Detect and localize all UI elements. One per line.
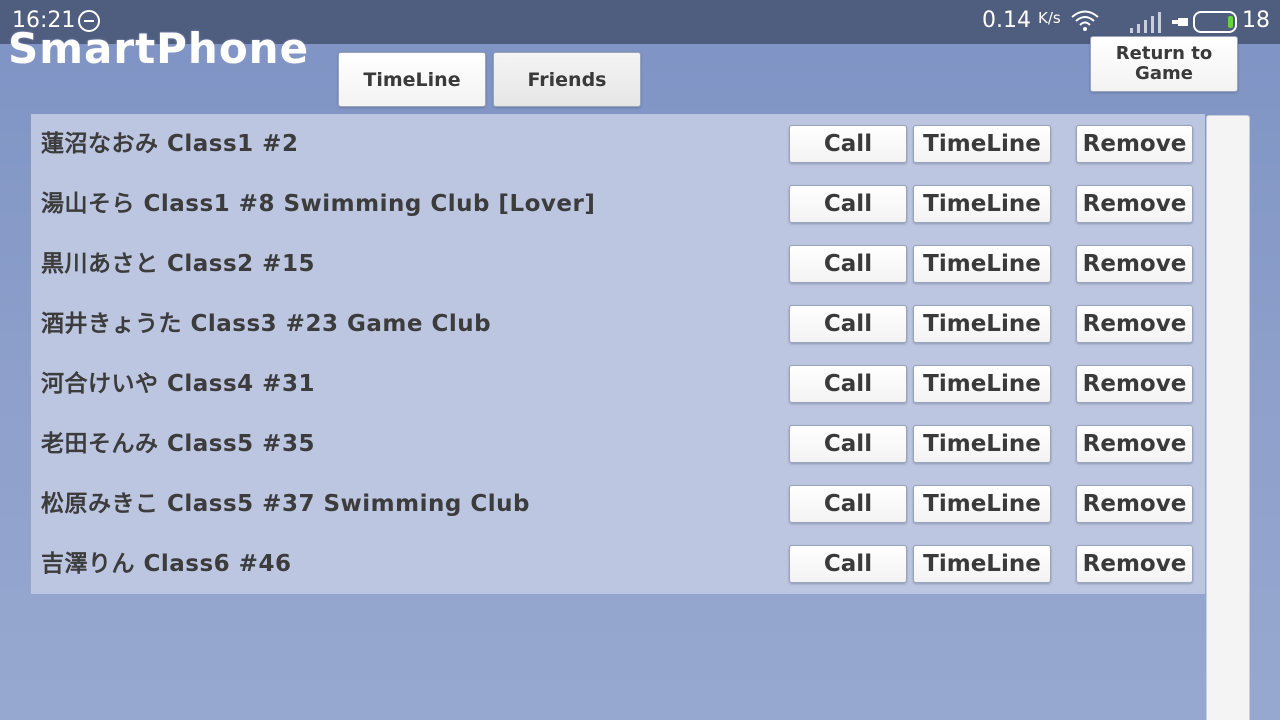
timeline-button[interactable]: TimeLine [913, 425, 1051, 463]
battery-level: 18 [1242, 8, 1270, 33]
remove-button[interactable]: Remove [1076, 485, 1193, 523]
call-button[interactable]: Call [789, 245, 907, 283]
friend-row: 河合けいや Class4 #31 Call TimeLine Remove [31, 354, 1205, 414]
call-button[interactable]: Call [789, 365, 907, 403]
timeline-button[interactable]: TimeLine [913, 245, 1051, 283]
remove-button[interactable]: Remove [1076, 185, 1193, 223]
call-button[interactable]: Call [789, 425, 907, 463]
call-button[interactable]: Call [789, 185, 907, 223]
friend-name: 松原みきこ Class5 #37 Swimming Club [41, 491, 530, 517]
network-speed: 0.14 K/s [982, 8, 1061, 33]
call-button[interactable]: Call [789, 305, 907, 343]
friend-row: 酒井きょうた Class3 #23 Game Club Call TimeLin… [31, 294, 1205, 354]
remove-button[interactable]: Remove [1076, 125, 1193, 163]
wifi-icon [1071, 10, 1099, 31]
friend-row: 湯山そら Class1 #8 Swimming Club [Lover] Cal… [31, 174, 1205, 234]
timeline-button[interactable]: TimeLine [913, 305, 1051, 343]
network-speed-value: 0.14 [982, 8, 1031, 33]
friend-name: 吉澤りん Class6 #46 [41, 551, 292, 577]
call-button[interactable]: Call [789, 545, 907, 583]
friends-scrollbar[interactable] [1206, 115, 1250, 720]
friend-row: 吉澤りん Class6 #46 Call TimeLine Remove [31, 534, 1205, 594]
friend-row: 松原みきこ Class5 #37 Swimming Club Call Time… [31, 474, 1205, 534]
timeline-button[interactable]: TimeLine [913, 125, 1051, 163]
network-speed-unit: K/s [1037, 9, 1061, 27]
friend-name: 酒井きょうた Class3 #23 Game Club [41, 311, 492, 337]
tab-friends[interactable]: Friends [493, 52, 641, 107]
remove-button[interactable]: Remove [1076, 245, 1193, 283]
signal-icon [1130, 12, 1161, 33]
friend-name: 老田そんみ Class5 #35 [41, 431, 315, 457]
friend-name: 蓮沼なおみ Class1 #2 [41, 131, 299, 157]
call-button[interactable]: Call [789, 485, 907, 523]
timeline-button[interactable]: TimeLine [913, 485, 1051, 523]
friend-name: 湯山そら Class1 #8 Swimming Club [Lover] [41, 191, 596, 217]
friend-name: 河合けいや Class4 #31 [41, 371, 315, 397]
call-button[interactable]: Call [789, 125, 907, 163]
friend-row: 蓮沼なおみ Class1 #2 Call TimeLine Remove [31, 114, 1205, 174]
remove-button[interactable]: Remove [1076, 365, 1193, 403]
return-to-game-button[interactable]: Return to Game [1090, 36, 1238, 92]
remove-button[interactable]: Remove [1076, 545, 1193, 583]
app-title: SmartPhone [8, 24, 310, 73]
timeline-button[interactable]: TimeLine [913, 185, 1051, 223]
tab-timeline[interactable]: TimeLine [338, 52, 486, 107]
remove-button[interactable]: Remove [1076, 425, 1193, 463]
friends-list: 蓮沼なおみ Class1 #2 Call TimeLine Remove 湯山そ… [31, 114, 1205, 594]
timeline-button[interactable]: TimeLine [913, 365, 1051, 403]
friends-panel: 蓮沼なおみ Class1 #2 Call TimeLine Remove 湯山そ… [31, 114, 1205, 720]
remove-button[interactable]: Remove [1076, 305, 1193, 343]
timeline-button[interactable]: TimeLine [913, 545, 1051, 583]
friend-row: 老田そんみ Class5 #35 Call TimeLine Remove [31, 414, 1205, 474]
friend-row: 黒川あさと Class2 #15 Call TimeLine Remove [31, 234, 1205, 294]
battery-icon [1172, 11, 1237, 33]
friend-name: 黒川あさと Class2 #15 [41, 251, 315, 277]
